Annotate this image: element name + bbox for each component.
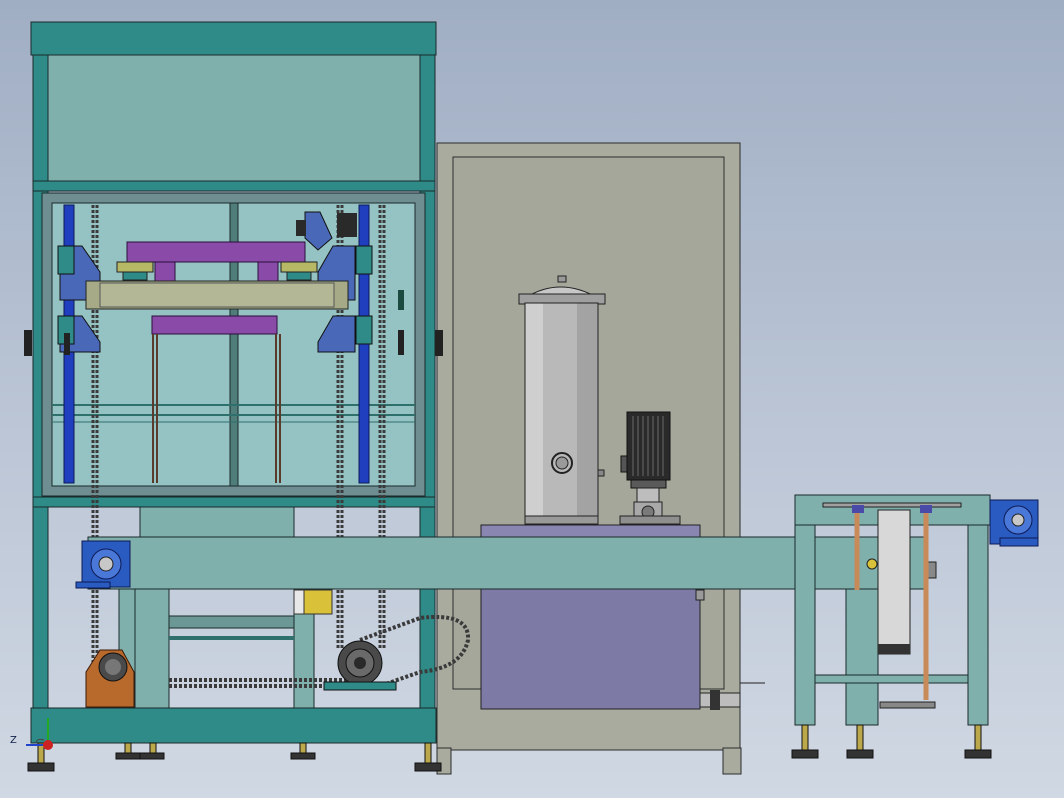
machine-assembly-drawing (24, 21, 1039, 775)
cad-viewport[interactable]: Z (0, 0, 1064, 798)
outfeed-table (794, 494, 991, 726)
gear-motor-right (989, 499, 1039, 547)
motor-mount-bracket (85, 649, 135, 708)
gear-motor-left (75, 540, 131, 589)
drive-cylinder (293, 589, 333, 615)
sprocket (323, 640, 397, 691)
cross-beam (85, 280, 349, 310)
z-axis-label: Z (10, 735, 17, 746)
filter-tank (518, 275, 606, 525)
